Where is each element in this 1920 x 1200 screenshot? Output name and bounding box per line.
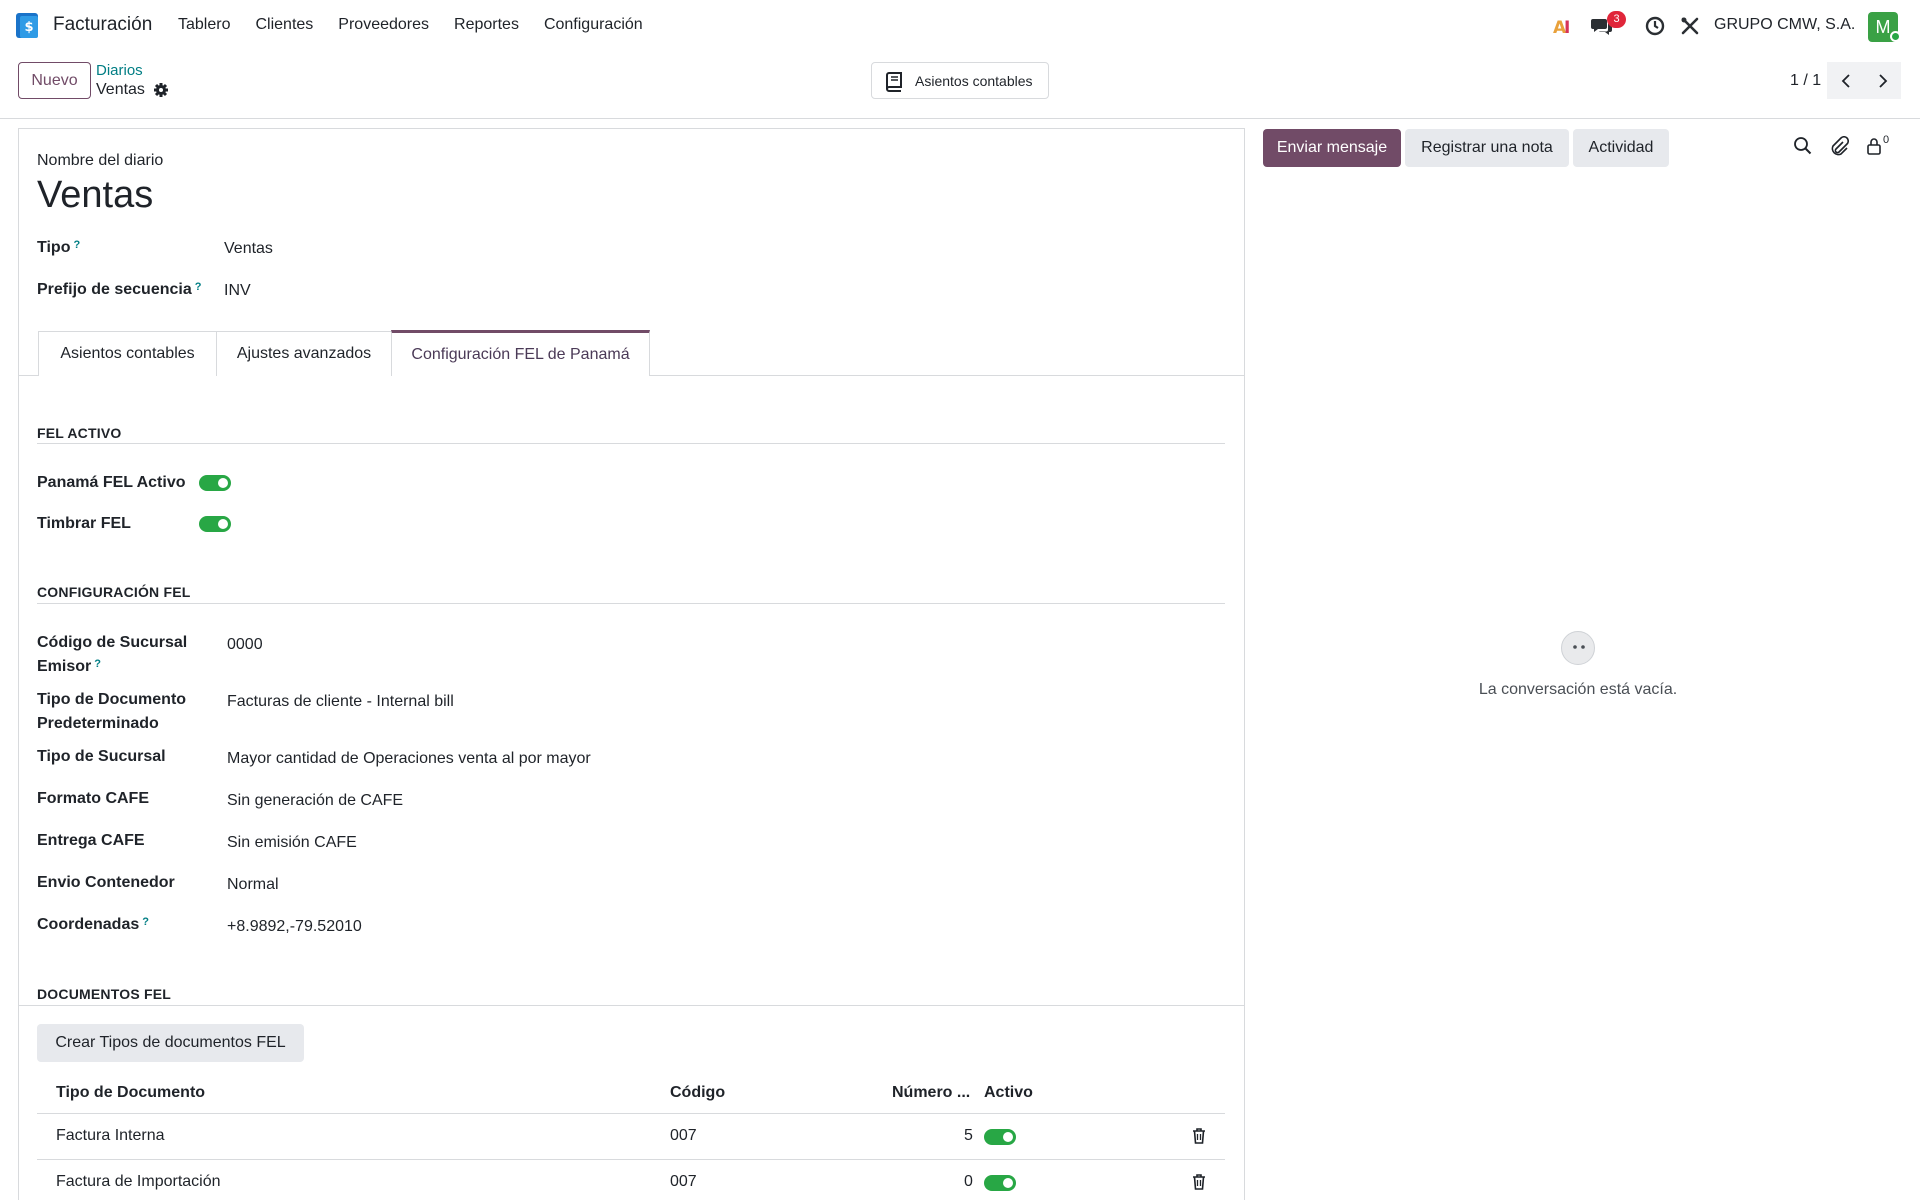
invoicing-app-icon[interactable]: $ — [16, 13, 41, 38]
table-row[interactable]: Factura Interna 007 5 — [37, 1114, 1225, 1160]
menu-item-clientes[interactable]: Clientes — [255, 16, 313, 34]
breadcrumb-parent-link[interactable]: Diarios — [96, 62, 143, 79]
column-header-code[interactable]: Código — [670, 1084, 725, 1102]
trash-icon[interactable] — [1191, 1173, 1207, 1191]
debug-tools-icon[interactable] — [1679, 14, 1701, 38]
active-toggle[interactable] — [984, 1175, 1016, 1191]
fel-documents-table-header: Tipo de Documento Código Número ... Acti… — [37, 1078, 1225, 1114]
number-cell: 0 — [964, 1173, 973, 1190]
chevron-right-icon — [1878, 73, 1887, 88]
number-cell: 5 — [964, 1127, 973, 1144]
cafe-delivery-label: Entrega CAFE — [37, 832, 145, 849]
smart-button-label: Asientos contables — [915, 72, 1033, 89]
coordinates-label: Coordenadas? — [37, 916, 149, 933]
journal-name-label: Nombre del diario — [37, 152, 164, 169]
type-value[interactable]: Ventas — [224, 240, 273, 258]
create-fel-doc-types-button[interactable]: Crear Tipos de documentos FEL — [37, 1024, 304, 1062]
empty-conversation-text: La conversación está vacía. — [1478, 681, 1678, 698]
messages-count-badge: 3 — [1607, 11, 1626, 28]
activity-button[interactable]: Actividad — [1573, 129, 1669, 167]
followers-count: 0 — [1883, 134, 1890, 146]
branch-code-value[interactable]: 0000 — [227, 636, 263, 654]
cafe-format-label: Formato CAFE — [37, 790, 149, 807]
doc-type-cell: Factura de Importación — [56, 1173, 221, 1190]
menu-item-proveedores[interactable]: Proveedores — [338, 16, 429, 34]
column-header-number[interactable]: Número ... — [892, 1084, 970, 1102]
cafe-delivery-value[interactable]: Sin emisión CAFE — [227, 834, 357, 852]
sequence-prefix-label: Prefijo de secuencia? — [37, 281, 202, 298]
svg-text:I: I — [1564, 18, 1570, 38]
company-switcher[interactable]: GRUPO CMW, S.A. — [1714, 16, 1855, 34]
column-header-active[interactable]: Activo — [984, 1084, 1033, 1102]
menu-item-reportes[interactable]: Reportes — [454, 16, 519, 34]
pager-value[interactable]: 1 / 1 — [1790, 72, 1821, 90]
help-tooltip-icon[interactable]: ? — [195, 281, 202, 293]
help-tooltip-icon[interactable]: ? — [73, 239, 80, 251]
code-cell: 007 — [670, 1173, 697, 1190]
section-title-fel-activo: FEL ACTIVO — [37, 425, 122, 441]
ai-icon[interactable]: A I — [1553, 14, 1575, 38]
log-note-button[interactable]: Registrar una nota — [1405, 129, 1569, 167]
svg-text:$: $ — [24, 20, 33, 35]
send-message-button[interactable]: Enviar mensaje — [1263, 129, 1401, 167]
help-tooltip-icon[interactable]: ? — [94, 658, 101, 670]
activity-clock-icon[interactable] — [1644, 14, 1666, 38]
active-toggle[interactable] — [984, 1129, 1016, 1145]
table-row[interactable]: Factura de Importación 007 0 — [37, 1160, 1225, 1200]
container-shipping-value[interactable]: Normal — [227, 876, 279, 894]
type-label: Tipo? — [37, 239, 81, 256]
cafe-format-value[interactable]: Sin generación de CAFE — [227, 792, 403, 810]
column-header-doc-type[interactable]: Tipo de Documento — [56, 1084, 205, 1102]
app-name[interactable]: Facturación — [53, 14, 152, 36]
journal-name-value[interactable]: Ventas — [37, 174, 153, 217]
default-doc-type-label-line2: Predeterminado — [37, 715, 159, 732]
control-panel-divider — [0, 118, 1920, 119]
section-title-config-fel: CONFIGURACIÓN FEL — [37, 584, 191, 600]
followers-lock-icon[interactable] — [1864, 136, 1884, 156]
breadcrumb-current: Ventas — [96, 81, 145, 98]
chevron-left-icon — [1841, 73, 1850, 88]
pager-next-button[interactable] — [1864, 62, 1901, 99]
section-rule — [37, 603, 1225, 604]
panama-fel-active-toggle[interactable] — [199, 475, 231, 491]
menu-item-tablero[interactable]: Tablero — [178, 16, 230, 34]
top-navbar: $ Facturación Tablero Clientes Proveedor… — [0, 0, 1920, 52]
new-button[interactable]: Nuevo — [18, 62, 91, 99]
section-rule — [37, 443, 1225, 444]
code-cell: 007 — [670, 1127, 697, 1144]
branch-code-label-line1: Código de Sucursal — [37, 634, 188, 651]
menu-item-configuracion[interactable]: Configuración — [544, 16, 643, 34]
default-doc-type-label-line1: Tipo de Documento — [37, 691, 187, 708]
main-menu: Tablero Clientes Proveedores Reportes Co… — [178, 16, 668, 34]
branch-code-label-line2: Emisor? — [37, 658, 101, 675]
timbrar-fel-toggle[interactable] — [199, 516, 231, 532]
coordinates-value[interactable]: +8.9892,-79.52010 — [227, 918, 362, 936]
book-icon — [886, 71, 902, 92]
section-title-documentos-fel: DOCUMENTOS FEL — [37, 986, 171, 1002]
gear-icon[interactable] — [153, 82, 169, 98]
tab-fel-panama-config[interactable]: Configuración FEL de Panamá — [391, 330, 650, 376]
branch-type-label: Tipo de Sucursal — [37, 748, 166, 765]
sequence-prefix-value[interactable]: INV — [224, 282, 251, 300]
paperclip-icon[interactable] — [1829, 136, 1849, 156]
tab-journal-entries[interactable]: Asientos contables — [38, 331, 217, 376]
container-shipping-label: Envio Contenedor — [37, 874, 175, 891]
journal-entries-smart-button[interactable]: Asientos contables — [871, 62, 1049, 99]
trash-icon[interactable] — [1191, 1127, 1207, 1145]
section-rule — [18, 1005, 1245, 1006]
tab-advanced-settings[interactable]: Ajustes avanzados — [216, 331, 392, 376]
branch-type-value[interactable]: Mayor cantidad de Operaciones venta al p… — [227, 750, 591, 768]
help-tooltip-icon[interactable]: ? — [142, 916, 149, 928]
doc-type-cell: Factura Interna — [56, 1127, 165, 1144]
default-doc-type-value[interactable]: Facturas de cliente - Internal bill — [227, 693, 454, 711]
panama-fel-active-label: Panamá FEL Activo — [37, 474, 186, 491]
search-icon[interactable] — [1793, 136, 1813, 156]
online-status-dot — [1890, 31, 1901, 42]
pager-previous-button[interactable] — [1827, 62, 1864, 99]
timbrar-fel-label: Timbrar FEL — [37, 515, 131, 532]
empty-conversation-icon — [1561, 631, 1595, 665]
